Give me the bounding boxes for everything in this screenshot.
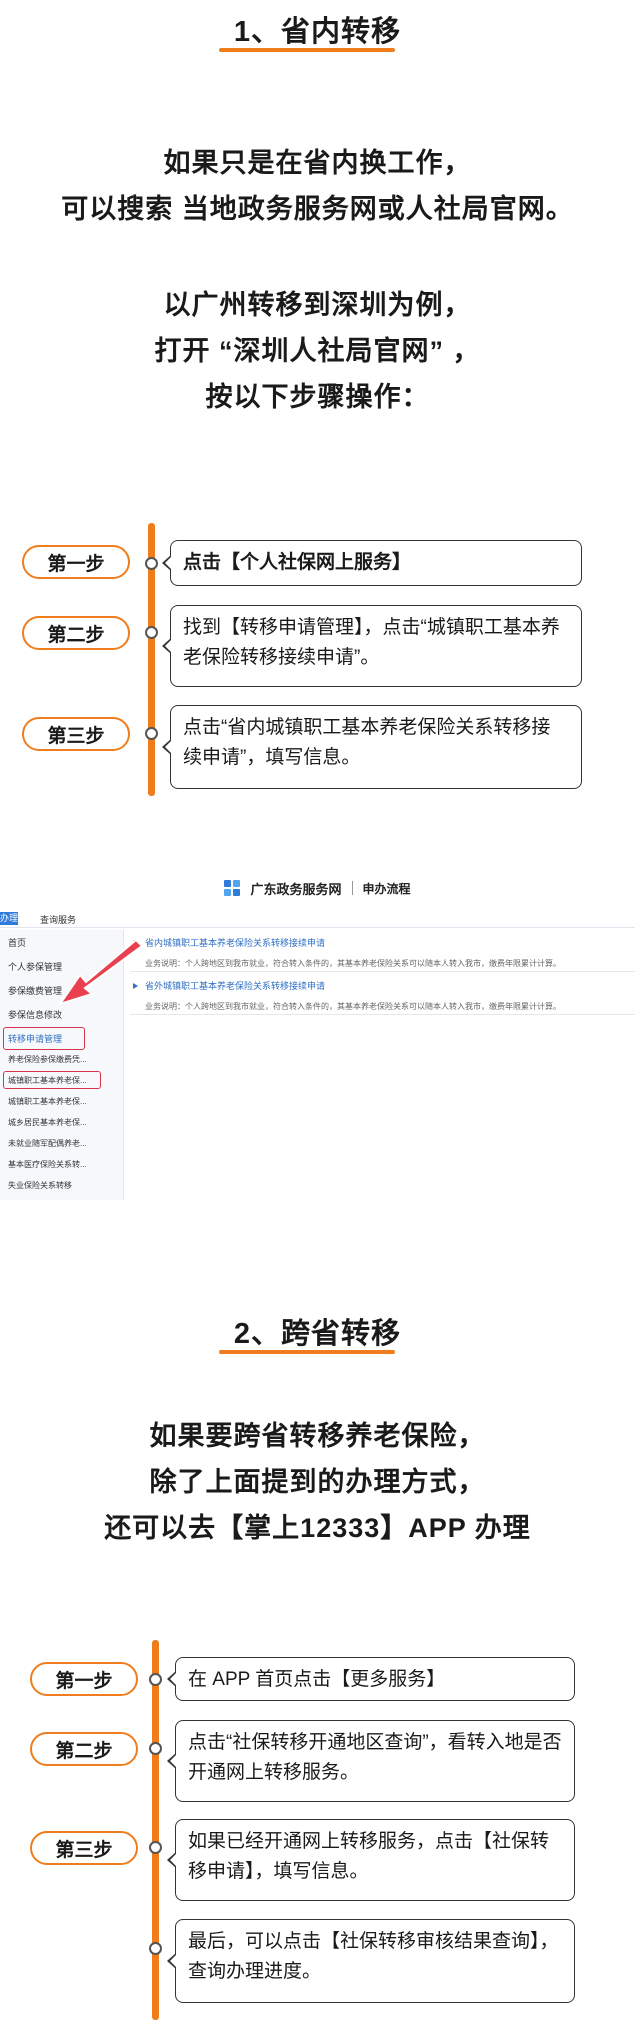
service-link[interactable]: 省外城镇职工基本养老保险关系转移接续申请	[145, 979, 325, 992]
portal-header: 广东政务服务网 申办流程	[0, 870, 635, 906]
sidebar-subitem[interactable]: 失业保险关系转移	[8, 1180, 72, 1191]
step-dot	[145, 557, 158, 570]
sidebar-item-personal-insurance[interactable]: 个人参保管理	[8, 960, 62, 973]
section1-title: 1、省内转移	[233, 16, 402, 48]
step-label: 第二步	[22, 616, 130, 650]
apply-flow-link[interactable]: 申办流程	[363, 880, 411, 897]
sidebar-subitem[interactable]: 城镇职工基本养老保...	[8, 1096, 87, 1107]
sidebar-subitem[interactable]: 城镇职工基本养老保...	[8, 1075, 87, 1086]
sidebar-subitem[interactable]: 城乡居民基本养老保...	[8, 1117, 87, 1128]
tab-query-service[interactable]: 查询服务	[40, 913, 76, 926]
portal-brand: 广东政务服务网	[250, 881, 342, 897]
step-text: 点击“省内城镇职工基本养老保险关系转移接续申请”，填写信息。	[183, 717, 551, 768]
step-dot	[145, 626, 158, 639]
section2-intro: 如果要跨省转移养老保险， 除了上面提到的办理方式， 还可以去【掌上12333】A…	[0, 1413, 635, 1551]
example-line: 打开 “深圳人社局官网” ，	[154, 336, 481, 366]
step-text: 在 APP 首页点击【更多服务】	[188, 1669, 446, 1690]
example-line: 按以下步骤操作：	[205, 382, 430, 412]
intro-line: 除了上面提到的办理方式，	[149, 1467, 486, 1497]
step-box: 点击【个人社保网上服务】	[162, 540, 582, 586]
section2-title-underline	[219, 1350, 395, 1354]
step-text: 找到【转移申请管理】，点击“城镇职工基本养老保险转移接续申请”。	[183, 617, 560, 668]
step-box: 点击“社保转移开通地区查询”，看转入地是否开通网上转移服务。	[167, 1720, 575, 1802]
step-dot	[149, 1742, 162, 1755]
step-text: 最后，可以点击【社保转移审核结果查询】，查询办理进度。	[188, 1931, 559, 1982]
step-label: 第三步	[22, 717, 130, 751]
step-label: 第一步	[22, 545, 130, 579]
step-text: 点击“社保转移开通地区查询”，看转入地是否开通网上转移服务。	[188, 1732, 562, 1783]
intro-line: 如果只是在省内换工作，	[163, 148, 472, 178]
sidebar-subitem[interactable]: 未就业随军配偶养老...	[8, 1138, 87, 1149]
section2-timeline	[152, 1640, 159, 2020]
step-label: 第二步	[30, 1732, 138, 1766]
step-label: 第一步	[30, 1662, 138, 1696]
sidebar-subitem[interactable]: 养老保险参保缴费凭...	[8, 1054, 87, 1065]
intro-line: 如果要跨省转移养老保险，	[149, 1421, 486, 1451]
step-text: 点击【个人社保网上服务】	[183, 552, 412, 573]
government-portal-screenshot: 广东政务服务网 申办流程 办理 查询服务 首页 个人参保管理 参保缴费管理 参保…	[0, 870, 635, 1200]
divider	[130, 971, 635, 972]
step-text: 如果已经开通网上转移服务，点击【社保转移申请】，填写信息。	[188, 1831, 550, 1882]
service-link[interactable]: 省内城镇职工基本养老保险关系转移接续申请	[145, 936, 325, 949]
header-divider	[351, 881, 353, 895]
sidebar-item-payment[interactable]: 参保缴费管理	[8, 984, 62, 997]
intro-line: 可以搜索 当地政务服务网或人社局官网。	[61, 194, 574, 224]
sidebar-item-info-change[interactable]: 参保信息修改	[8, 1008, 62, 1021]
portal-tabs: 办理 查询服务	[0, 910, 635, 928]
intro-line: 还可以去【掌上12333】APP 办理	[104, 1513, 531, 1543]
section1-intro: 如果只是在省内换工作， 可以搜索 当地政务服务网或人社局官网。	[0, 140, 635, 232]
step-box: 最后，可以点击【社保转移审核结果查询】，查询办理进度。	[167, 1919, 575, 2003]
tab-handle[interactable]: 办理	[0, 912, 18, 925]
portal-logo-icon	[224, 880, 241, 896]
service-description: 业务说明：个人跨地区到我市就业，符合转入条件的，其基本养老保险关系可以随本人转入…	[145, 1002, 561, 1011]
step-dot	[149, 1841, 162, 1854]
red-arrow-icon	[57, 940, 144, 1006]
step-dot	[145, 727, 158, 740]
step-box: 点击“省内城镇职工基本养老保险关系转移接续申请”，填写信息。	[162, 705, 582, 789]
sidebar-item-home[interactable]: 首页	[8, 936, 26, 949]
divider	[130, 1014, 635, 1015]
sidebar-item-transfer[interactable]: 转移申请管理	[8, 1032, 62, 1045]
sidebar-subitem[interactable]: 基本医疗保险关系转...	[8, 1159, 87, 1170]
step-dot	[149, 1942, 162, 1955]
step-box: 如果已经开通网上转移服务，点击【社保转移申请】，填写信息。	[167, 1819, 575, 1901]
step-label: 第三步	[30, 1831, 138, 1865]
service-description: 业务说明：个人跨地区到我市就业，符合转入条件的，其基本养老保险关系可以随本人转入…	[145, 959, 561, 968]
section1-example: 以广州转移到深圳为例， 打开 “深圳人社局官网” ， 按以下步骤操作：	[0, 282, 635, 420]
section1-title-underline	[219, 48, 395, 52]
step-dot	[149, 1673, 162, 1686]
step-box: 找到【转移申请管理】，点击“城镇职工基本养老保险转移接续申请”。	[162, 605, 582, 687]
example-line: 以广州转移到深圳为例，	[163, 290, 472, 320]
section2-title: 2、跨省转移	[233, 1318, 402, 1350]
step-box: 在 APP 首页点击【更多服务】	[167, 1657, 575, 1701]
